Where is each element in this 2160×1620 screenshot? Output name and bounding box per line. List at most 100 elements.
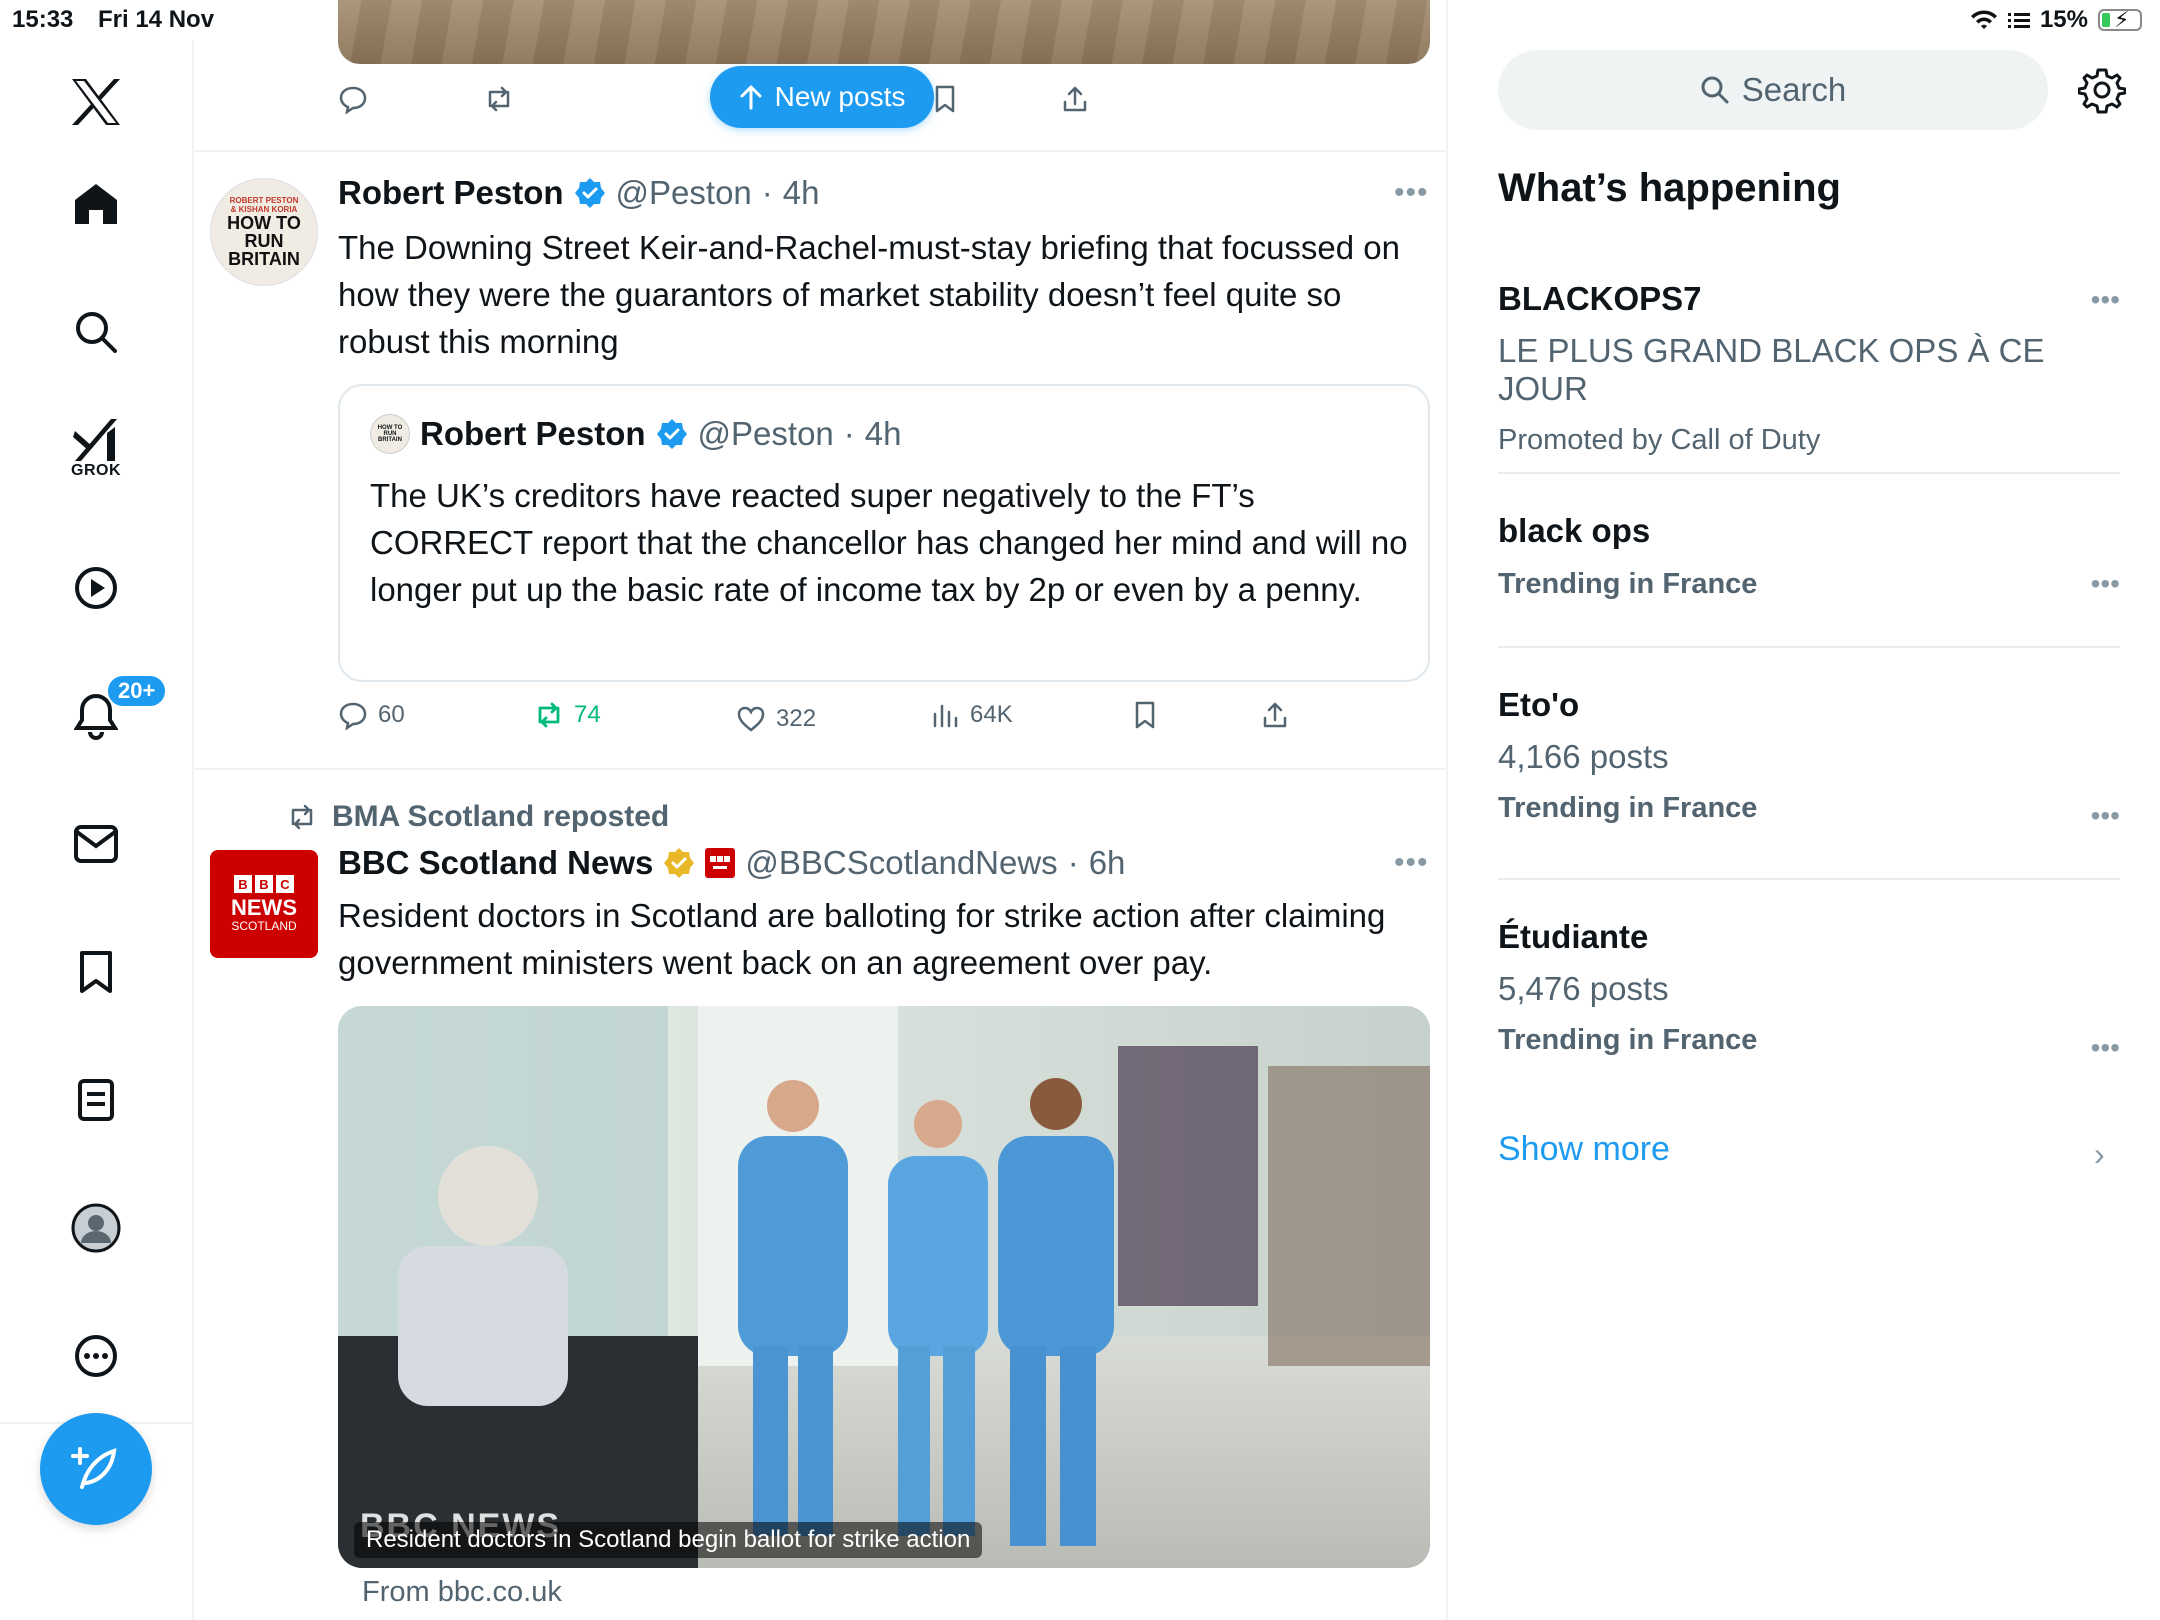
compose-feather-icon [71, 1447, 117, 1489]
repost-button[interactable]: 74 [534, 700, 601, 730]
quoted-post-time: 4h [864, 415, 902, 452]
grok-label: GROK [71, 462, 121, 479]
gold-verified-badge-icon [664, 848, 695, 878]
robert-peston-avatar[interactable]: ROBERT PESTON & KISHAN KORIA HOW TO RUN … [210, 178, 318, 286]
post-more-icon[interactable]: ••• [1394, 176, 1429, 210]
trend-more-icon[interactable]: ••• [2091, 1032, 2120, 1064]
link-card-image[interactable]: BBC NEWS Resident doctors in Scotland be… [338, 1006, 1430, 1568]
trend-more-icon[interactable]: ••• [2091, 568, 2120, 600]
post-time[interactable]: 6h [1089, 844, 1126, 882]
show-more-link[interactable]: Show more [1498, 1130, 1670, 1169]
views-button[interactable]: 64K [930, 700, 1013, 730]
reposted-by[interactable]: BMA Scotland reposted [332, 800, 669, 834]
bookmarks-icon[interactable] [60, 936, 132, 1008]
post-text: Resident doctors in Scotland are balloti… [338, 897, 1386, 981]
link-card-caption: Resident doctors in Scotland begin ballo… [354, 1522, 983, 1558]
link-source[interactable]: From bbc.co.uk [362, 1576, 562, 1609]
author-name[interactable]: Robert Peston [338, 174, 564, 212]
quoted-post-header: HOW TO RUN BRITAIN Robert Peston @Peston ·… [370, 414, 902, 454]
bookmark-button[interactable] [930, 84, 960, 114]
trend-promo-subtitle: LE PLUS GRAND BLACK OPS À CE JOUR [1498, 332, 2045, 407]
share-button[interactable] [1260, 700, 1290, 730]
repost-icon [538, 702, 560, 728]
bbc-block-b2: B [255, 875, 273, 893]
notifications-bell-icon[interactable]: 20+ [60, 674, 168, 752]
bookmark-button[interactable] [1130, 700, 1160, 730]
bookmark-icon [935, 85, 955, 113]
trend-more-icon[interactable]: ••• [2091, 800, 2120, 832]
like-button[interactable]: 322 [736, 704, 816, 734]
repost-count: 74 [574, 701, 601, 728]
trend-name: Eto'o [1498, 686, 1580, 723]
home-icon[interactable] [60, 168, 132, 240]
reply-icon [339, 702, 367, 730]
trend-name: Étudiante [1498, 918, 1649, 955]
trend-more-icon[interactable]: ••• [2091, 284, 2120, 316]
chevron-right-icon[interactable]: › [2094, 1136, 2105, 1173]
hospital-corridor-photo [338, 1006, 1430, 1568]
quoted-post[interactable]: HOW TO RUN BRITAIN Robert Peston @Peston ·… [338, 384, 1430, 682]
x-logo-icon[interactable] [60, 66, 132, 138]
share-button[interactable] [1060, 84, 1090, 114]
author-handle[interactable]: @BBCScotlandNews [745, 844, 1057, 882]
previous-post-image[interactable]: ●●● [338, 0, 1430, 64]
heart-icon [737, 706, 765, 732]
post-more-icon[interactable]: ••• [1394, 846, 1429, 880]
trend-divider [1498, 646, 2120, 648]
post-header: BBC Scotland News @BBCScotlandNews · 6h [338, 844, 1125, 882]
separator-dot: · [1067, 844, 1079, 881]
trend-name: black ops [1498, 512, 1651, 549]
profile-avatar-icon[interactable] [60, 1192, 132, 1264]
quoted-author-name: Robert Peston [420, 415, 646, 452]
views-count: 64K [970, 701, 1013, 728]
search-input[interactable]: Search [1498, 50, 2048, 130]
trend-post-count: 5,476 posts [1498, 970, 1669, 1007]
reply-button[interactable]: 60 [338, 700, 405, 730]
post-header: Robert Peston @Peston · 4h [338, 174, 820, 212]
search-placeholder: Search [1741, 71, 1847, 108]
reply-button[interactable] [338, 84, 368, 114]
bbc-block-c: C [276, 875, 294, 893]
quoted-author-avatar: HOW TO RUN BRITAIN [370, 414, 410, 454]
bbc-affiliate-badge-icon [705, 848, 736, 878]
avatar-book-author: ROBERT PESTON [229, 196, 299, 205]
reply-count: 60 [378, 701, 405, 728]
author-handle[interactable]: @Peston [616, 174, 752, 212]
compose-post-button[interactable] [40, 1413, 152, 1525]
reply-icon [339, 86, 367, 114]
post-actions: 60 74 322 64K [338, 700, 1338, 740]
trend-divider [1498, 472, 2120, 474]
main-feed[interactable]: ●●● 102 New posts ROBERT PESTON & KISHAN… [194, 0, 1448, 1620]
trend-item[interactable]: Eto'o 4,166 posts Trending in France ••• [1498, 686, 2120, 831]
quoted-post-text: The UK’s creditors have reacted super ne… [370, 477, 1408, 608]
grok-icon[interactable]: GROK [60, 412, 132, 484]
bbc-scotland-avatar[interactable]: B B C NEWS SCOTLAND [210, 850, 318, 958]
lists-icon[interactable] [60, 1064, 132, 1136]
separator-dot: · [761, 174, 773, 211]
post-text: The Downing Street Keir-and-Rachel-must-… [338, 229, 1401, 360]
search-icon[interactable] [60, 296, 132, 368]
author-name[interactable]: BBC Scotland News [338, 844, 653, 882]
repost-button[interactable] [484, 84, 514, 114]
new-posts-button[interactable]: New posts [710, 66, 934, 128]
avatar-book-title-1: HOW TO [227, 213, 301, 233]
trend-item[interactable]: Étudiante 5,476 posts Trending in France… [1498, 918, 2120, 1063]
more-options-icon[interactable] [60, 1320, 132, 1392]
whats-happening-title: What’s happening [1498, 166, 1841, 210]
trend-meta: Trending in France [1498, 1024, 1758, 1056]
video-play-icon[interactable] [60, 552, 132, 624]
bbc-block-b1: B [234, 875, 252, 893]
post-time[interactable]: 4h [783, 174, 820, 212]
arrow-up-icon [740, 85, 762, 110]
trend-item[interactable]: BLACKOPS7 LE PLUS GRAND BLACK OPS À CE J… [1498, 280, 2120, 457]
notifications-badge: 20+ [106, 674, 168, 708]
share-icon [1263, 702, 1287, 728]
messages-mail-icon[interactable] [60, 808, 132, 880]
left-nav: GROK 20+ [0, 40, 194, 1620]
bookmark-icon [1135, 701, 1155, 729]
trend-post-count: 4,166 posts [1498, 738, 1669, 775]
trend-item[interactable]: black ops Trending in France ••• [1498, 512, 2120, 601]
settings-gear-icon[interactable] [2078, 66, 2126, 114]
status-time: 15:33 [12, 6, 74, 33]
views-chart-icon [933, 704, 958, 728]
